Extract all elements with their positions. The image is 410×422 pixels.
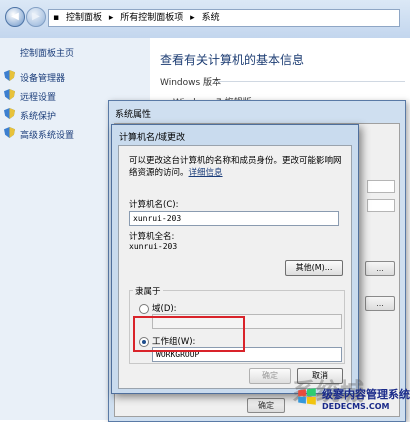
other-button[interactable]: 其他(M)... xyxy=(285,260,343,276)
breadcrumb-separator: ▸ xyxy=(190,13,195,23)
windows-logo-icon xyxy=(298,388,316,405)
shield-icon xyxy=(4,70,15,81)
highlight-box xyxy=(133,316,245,352)
dialog-title: 系统属性 xyxy=(115,110,152,120)
breadcrumb-system[interactable]: 系统 xyxy=(202,13,220,23)
full-name-value: xunrui-203 xyxy=(129,242,178,251)
domain-radio[interactable] xyxy=(139,304,149,314)
description-text-2: 络资源的访问。详细信息 xyxy=(129,168,223,178)
description-text: 可以更改这台计算机的名称和成员身份。更改可能影响网 xyxy=(129,156,342,166)
watermark: 系统城 级寥内容管理系统 DEDECMS.COM xyxy=(292,372,410,420)
address-toolbar: ◀ ▶ ▪ 控制面板 ▸ 所有控制面板项 ▸ 系统 xyxy=(0,0,410,39)
folder-icon: ▪ xyxy=(53,13,60,23)
computer-name-field[interactable] xyxy=(367,199,395,212)
dialog-body: 可以更改这台计算机的名称和成员身份。更改可能影响网 络资源的访问。详细信息 计算… xyxy=(118,145,352,389)
more-info-link[interactable]: 详细信息 xyxy=(189,168,223,178)
nav-device-manager[interactable]: 设备管理器 xyxy=(20,71,65,84)
breadcrumb-separator: ▸ xyxy=(108,13,114,23)
computer-name-label: 计算机名(C): xyxy=(129,200,179,210)
computer-name-input[interactable]: xunrui-203 xyxy=(129,211,339,226)
shield-icon xyxy=(4,108,15,119)
full-name-label: 计算机全名: xyxy=(129,232,175,242)
ok-button[interactable]: 确定 xyxy=(247,398,285,413)
change-button[interactable]: ... xyxy=(365,261,395,276)
breadcrumb-all-items[interactable]: 所有控制面板项 xyxy=(120,13,183,23)
nav-control-panel-home[interactable]: 控制面板主页 xyxy=(20,46,74,59)
shield-icon xyxy=(4,89,15,100)
member-of-label: 隶属于 xyxy=(133,285,163,297)
shield-icon xyxy=(4,127,15,138)
forward-arrow-icon[interactable]: ▶ xyxy=(26,7,46,27)
back-arrow-icon[interactable]: ◀ xyxy=(5,7,25,27)
nav-remote-settings[interactable]: 远程设置 xyxy=(20,90,56,103)
nav-system-protection[interactable]: 系统保护 xyxy=(20,109,56,122)
breadcrumb-control-panel[interactable]: 控制面板 xyxy=(66,13,102,23)
windows-version-label: Windows 版本 xyxy=(160,78,222,88)
dialog-title: 计算机名/域更改 xyxy=(119,133,186,143)
computer-name-dialog: 计算机名/域更改 可以更改这台计算机的名称和成员身份。更改可能影响网 络资源的访… xyxy=(111,124,359,394)
ok-button[interactable]: 确定 xyxy=(249,368,291,384)
domain-label: 域(D): xyxy=(152,304,177,314)
page-title: 查看有关计算机的基本信息 xyxy=(160,53,305,67)
nav-advanced-system-settings[interactable]: 高级系统设置 xyxy=(20,128,74,141)
network-id-button[interactable]: ... xyxy=(365,296,395,311)
watermark-url: DEDECMS.COM xyxy=(322,402,390,411)
section-divider xyxy=(215,81,405,82)
address-bar[interactable]: ▪ 控制面板 ▸ 所有控制面板项 ▸ 系统 xyxy=(48,9,400,27)
description-field[interactable] xyxy=(367,180,395,193)
watermark-text: 级寥内容管理系统 xyxy=(322,388,410,401)
